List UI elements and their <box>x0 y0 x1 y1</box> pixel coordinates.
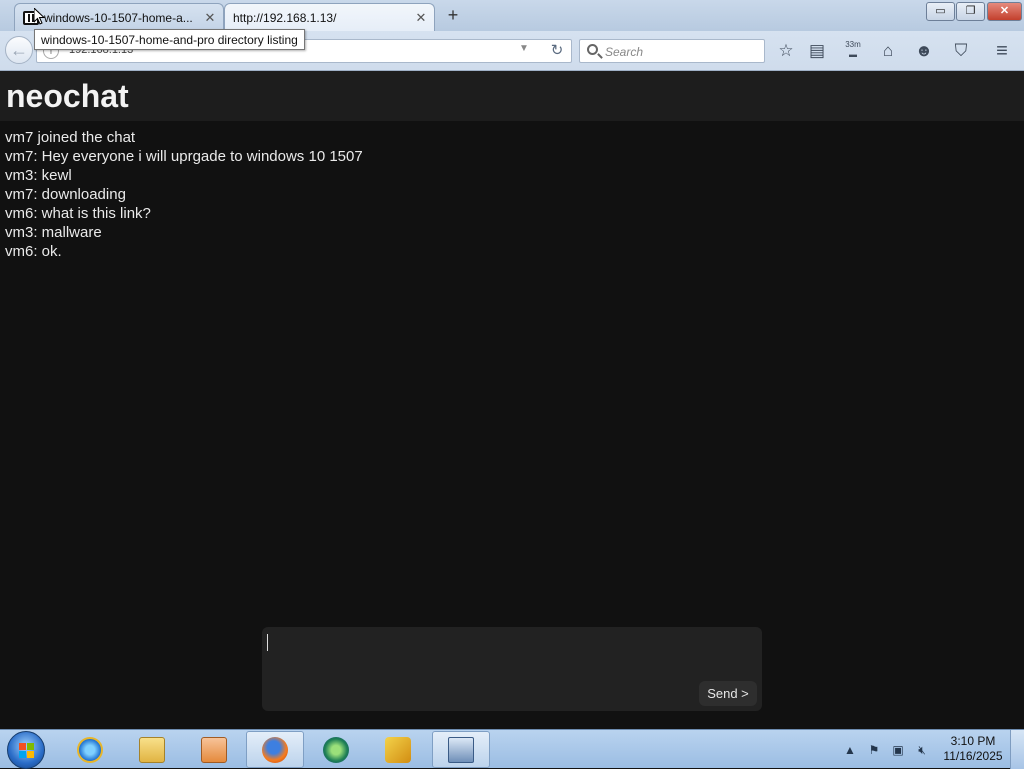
search-placeholder: Search <box>605 45 644 59</box>
chat-message: vm3: kewl <box>5 167 72 184</box>
file-explorer-taskbar-button[interactable] <box>124 731 180 768</box>
menu-icon[interactable]: ≡ <box>991 40 1013 62</box>
text-caret <box>267 634 268 651</box>
network-icon <box>448 736 474 763</box>
reload-icon[interactable]: ↻ <box>547 41 567 59</box>
page-title: neochat <box>6 78 129 114</box>
library-icon[interactable]: ▤ <box>806 40 828 62</box>
media-player-taskbar-button[interactable] <box>186 731 242 768</box>
chat-message: vm7 joined the chat <box>5 129 136 146</box>
minimize-button[interactable]: ▭ <box>926 2 955 21</box>
page-header: neochat <box>0 71 1024 121</box>
clock-date: 11/16/2025 <box>943 749 1003 763</box>
hello-icon[interactable]: ☻ <box>913 40 935 62</box>
message-input[interactable] <box>266 631 696 705</box>
media-player-icon <box>201 736 227 763</box>
file-explorer-icon <box>139 736 165 763</box>
chat-message: vm7: downloading <box>5 186 126 203</box>
chat-message: vm6: ok. <box>5 243 62 260</box>
chat-message: vm3: mallware <box>5 224 102 241</box>
back-button[interactable]: ← <box>5 36 33 64</box>
action-center-flag-icon[interactable]: ⚑ <box>866 742 882 758</box>
chat-page: neochat vm7 joined the chat vm7: Hey eve… <box>0 71 1024 729</box>
chat-message: vm7: Hey everyone i will uprgade to wind… <box>5 148 363 165</box>
globe-app-taskbar-button[interactable] <box>308 731 364 768</box>
internet-explorer-icon <box>77 736 103 763</box>
search-icon <box>587 44 598 55</box>
home-icon[interactable]: ⌂ <box>877 40 899 62</box>
globe-app-icon <box>323 736 349 763</box>
tab-tooltip: windows-10-1507-home-and-pro directory l… <box>34 29 305 50</box>
send-button[interactable]: Send > <box>699 681 757 706</box>
volume-muted-icon[interactable]: 🔇︎ <box>914 742 930 758</box>
tab-close-icon[interactable]: ✕ <box>201 10 219 26</box>
network-tray-icon[interactable]: ▣ <box>890 742 906 758</box>
tab-close-icon[interactable]: ✕ <box>412 10 430 26</box>
search-input[interactable]: Search <box>579 39 765 63</box>
start-button[interactable] <box>7 731 45 769</box>
taskbar: ▲ ⚑ ▣ 🔇︎ 3:10 PM 11/16/2025 <box>0 729 1024 769</box>
close-window-button[interactable]: ✕ <box>987 2 1022 21</box>
browser-chrome: windows-10-1507-home-a... ✕ http://192.1… <box>0 0 1024 71</box>
tab-neochat[interactable]: http://192.168.1.13/ ✕ <box>224 3 435 31</box>
message-composer: Send > <box>262 627 762 711</box>
tab-title: windows-10-1507-home-a... <box>44 10 193 25</box>
firefox-taskbar-button[interactable] <box>246 731 304 768</box>
winamp-icon <box>385 736 411 763</box>
message-list: vm7 joined the chat vm7: Hey everyone i … <box>5 128 1015 261</box>
chevron-down-icon[interactable]: ▼ <box>519 43 529 54</box>
speed-badge: 33m <box>845 40 861 49</box>
pocket-icon[interactable]: ⛉ <box>950 40 972 62</box>
chat-message: vm6: what is this link? <box>5 205 151 222</box>
taskbar-clock[interactable]: 3:10 PM 11/16/2025 <box>940 734 1006 764</box>
tab-title: http://192.168.1.13/ <box>233 10 337 25</box>
new-tab-button[interactable]: + <box>443 5 463 25</box>
clock-time: 3:10 PM <box>950 734 996 748</box>
network-taskbar-button[interactable] <box>432 731 490 768</box>
show-hidden-icons-icon[interactable]: ▲ <box>842 742 858 758</box>
system-tray: ▲ ⚑ ▣ 🔇︎ <box>842 740 930 760</box>
bookmark-star-icon[interactable]: ☆ <box>775 40 797 62</box>
speed-icon[interactable]: 33m ▬ <box>842 40 864 62</box>
winamp-taskbar-button[interactable] <box>370 731 426 768</box>
show-desktop-button[interactable] <box>1010 730 1024 769</box>
internet-explorer-taskbar-button[interactable] <box>62 731 118 768</box>
tab-strip: windows-10-1507-home-a... ✕ http://192.1… <box>0 0 1024 31</box>
firefox-icon <box>262 736 288 763</box>
restore-button[interactable]: ❐ <box>956 2 985 21</box>
